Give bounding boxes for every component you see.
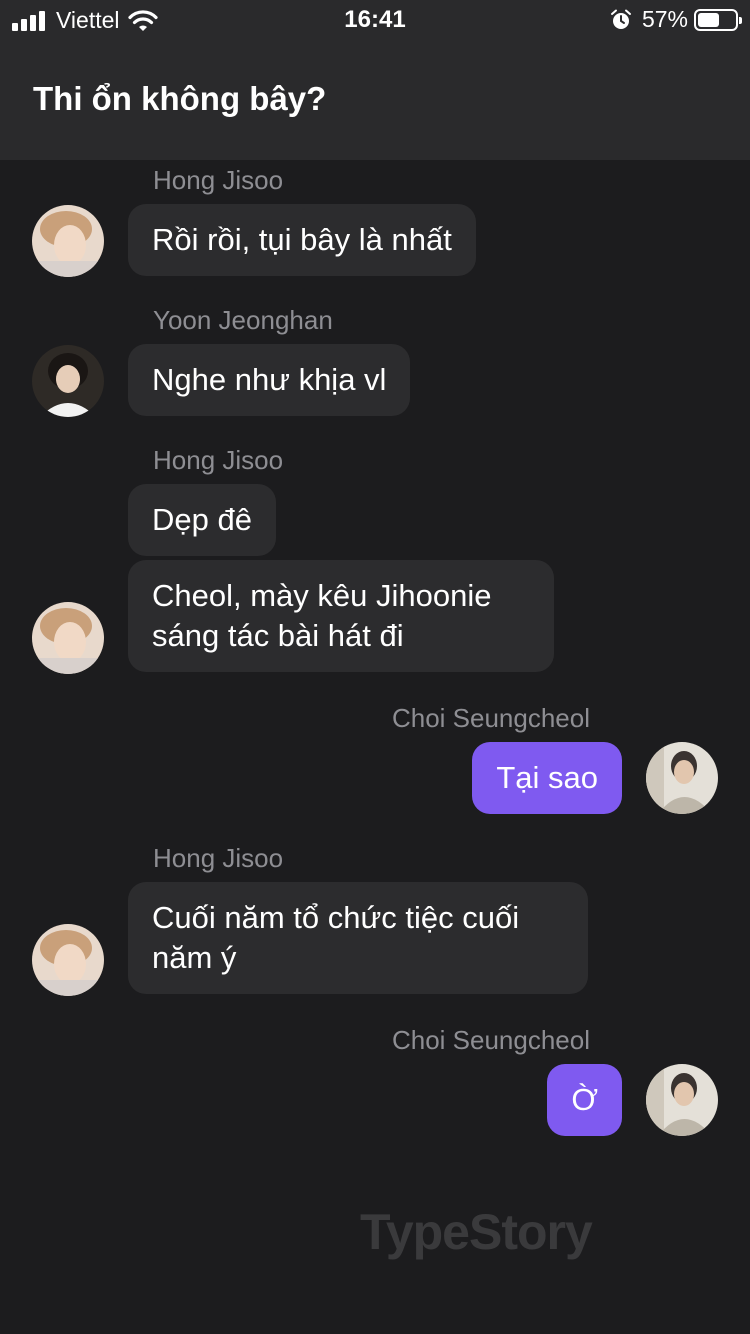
avatar-choi-seungcheol[interactable] (646, 742, 718, 814)
status-bar: Viettel 16:41 57% (0, 0, 750, 44)
status-right: 57% (610, 6, 742, 33)
chat-screen: Viettel 16:41 57% Thi ổn không bây? Hong… (0, 0, 750, 1334)
battery-icon (694, 8, 742, 31)
watermark-logo: TypeStory (360, 1204, 593, 1260)
my-message-bubble[interactable]: Ờ (547, 1064, 622, 1136)
avatar-image (646, 1064, 718, 1136)
sender-name: Yoon Jeonghan (153, 305, 333, 335)
sender-name: Hong Jisoo (153, 445, 284, 475)
message-bubble[interactable]: Cuối năm tổ chức tiệc cuối năm ý (128, 882, 588, 994)
battery-fill (698, 12, 719, 27)
sender-name: Choi Seungcheol (391, 1025, 590, 1055)
alarm-icon (610, 9, 631, 29)
my-message-bubble[interactable]: Tại sao (472, 742, 622, 814)
message-bubble[interactable]: Dẹp đê (128, 484, 276, 556)
sender-name: Hong Jisoo (153, 843, 284, 873)
message-bubble[interactable]: Cheol, mày kêu Jihoonie sáng tác bài hát… (128, 560, 554, 672)
avatar-image (646, 742, 718, 814)
battery-percent: 57% (641, 6, 688, 32)
avatar-image (32, 924, 104, 996)
avatar-yoon-jeonghan[interactable] (32, 345, 104, 417)
message-bubble[interactable]: Rồi rồi, tụi bây là nhất (128, 204, 476, 276)
sender-name: Hong Jisoo (153, 165, 284, 195)
avatar-hong-jisoo[interactable] (32, 602, 104, 674)
avatar-hong-jisoo[interactable] (32, 205, 104, 277)
chat-title: Thi ổn không bây? (33, 80, 327, 117)
avatar-image (32, 345, 104, 417)
avatar-hong-jisoo[interactable] (32, 924, 104, 996)
avatar-image (32, 602, 104, 674)
avatar-choi-seungcheol[interactable] (646, 1064, 718, 1136)
avatar-image (32, 205, 104, 277)
sender-name: Choi Seungcheol (391, 703, 590, 733)
top-bar: Viettel 16:41 57% Thi ổn không bây? (0, 0, 750, 160)
message-bubble[interactable]: Nghe như khịa vl (128, 344, 411, 416)
